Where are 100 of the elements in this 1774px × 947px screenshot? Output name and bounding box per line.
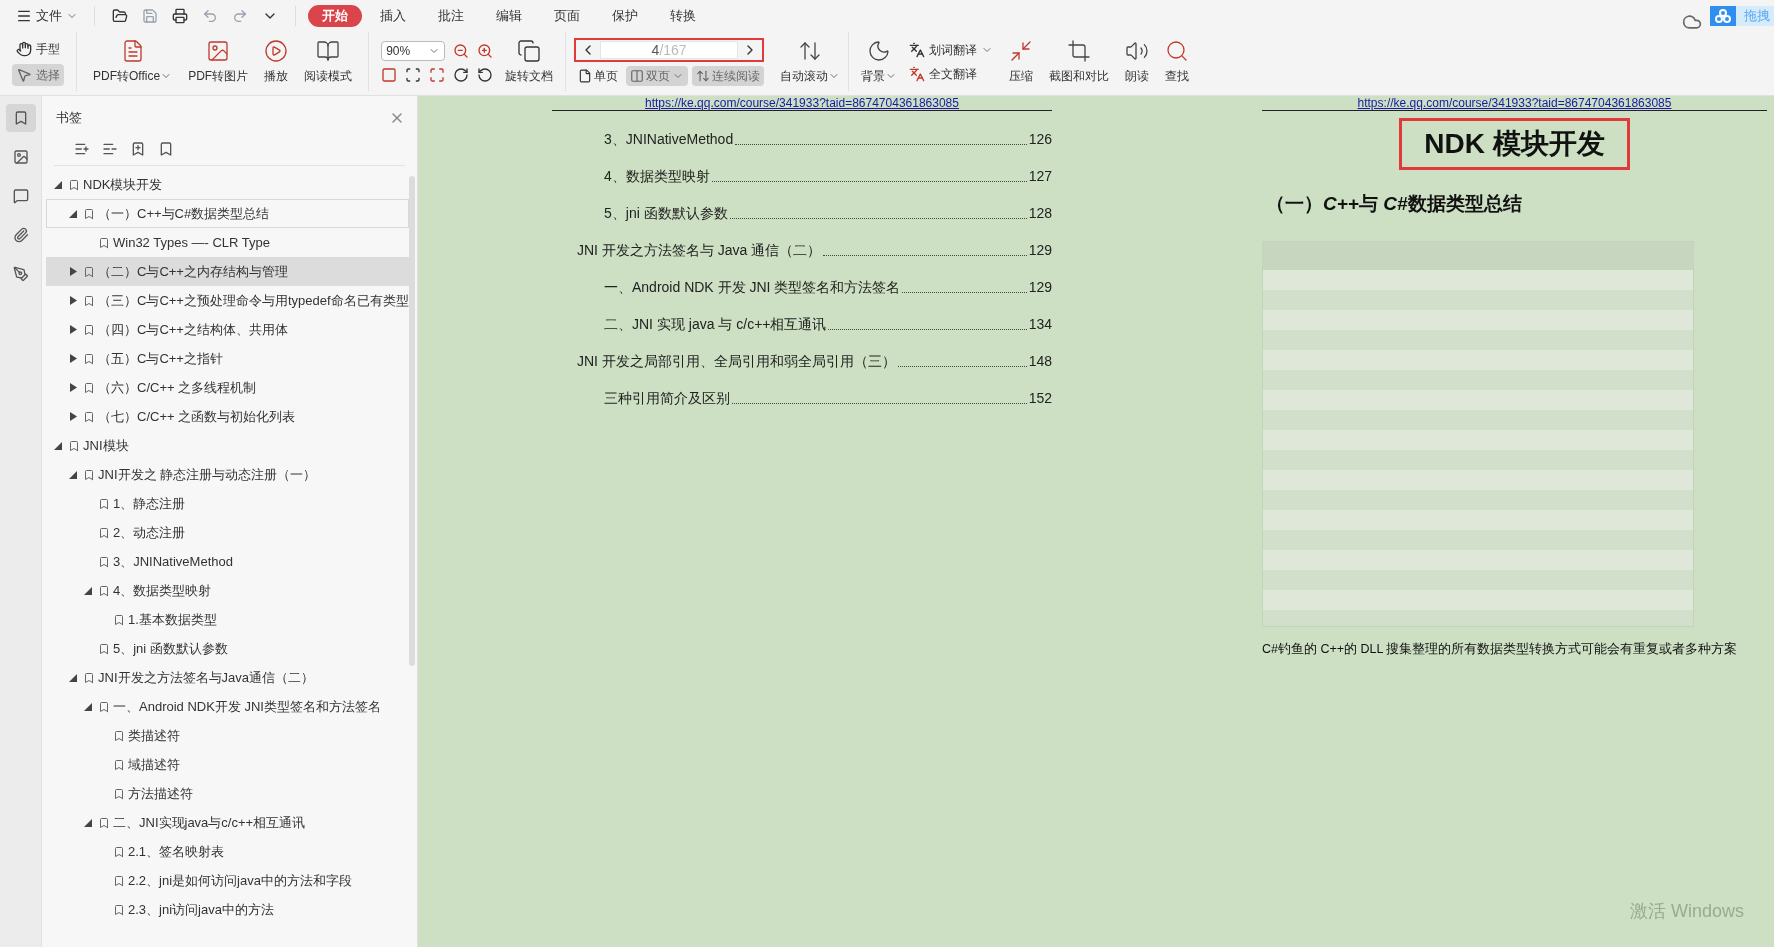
bookmark-item[interactable]: NDK模块开发 bbox=[46, 170, 409, 199]
bookmark-icon bbox=[113, 845, 125, 858]
bookmark-icon bbox=[68, 439, 80, 452]
translate-button[interactable]: 划词翻译 bbox=[909, 40, 994, 59]
collapse-triangle-icon[interactable] bbox=[84, 818, 92, 827]
menu-tab[interactable]: 插入 bbox=[366, 5, 420, 27]
bookmark-item[interactable]: （六）C/C++ 之多线程机制 bbox=[46, 373, 409, 402]
toc-entry[interactable]: 3、JNINativeMethod bbox=[604, 129, 734, 150]
bookmark-item[interactable]: 5、jni 函数默认参数 bbox=[46, 634, 409, 663]
mode-button[interactable]: 选择 bbox=[12, 63, 64, 86]
bookmark-item[interactable]: 二、JNI实现java与c/c++相互通讯 bbox=[46, 808, 409, 837]
bookmark-item[interactable]: （三）C与C++之预处理命令与用typedef命名已有类型 bbox=[46, 286, 409, 315]
toolbar-button[interactable]: 自动滚动 bbox=[772, 32, 850, 91]
scrollbar-thumb[interactable] bbox=[409, 176, 415, 666]
view-mode-button[interactable]: 连续阅读 bbox=[692, 65, 765, 86]
file-menu[interactable]: 文件 bbox=[12, 6, 82, 26]
bookmark-item[interactable]: 2、动态注册 bbox=[46, 518, 409, 547]
toolbar-button[interactable]: 背景 bbox=[849, 32, 910, 91]
collapse-triangle-icon[interactable] bbox=[84, 702, 92, 711]
zoom-in-icon[interactable] bbox=[477, 42, 494, 59]
bookmark-icon bbox=[113, 758, 125, 771]
toolbar-button[interactable]: 压缩 bbox=[1009, 38, 1034, 85]
bookmark-item[interactable]: （七）C/C++ 之函数与初始化列表 bbox=[46, 402, 409, 431]
collapse-triangle-icon[interactable] bbox=[54, 180, 62, 189]
menu-tab[interactable]: 转换 bbox=[656, 5, 710, 27]
toc-entry[interactable]: JNI 开发之局部引用、全局引用和弱全局引用（三） bbox=[577, 351, 896, 372]
expand-triangle-icon[interactable] bbox=[69, 325, 77, 334]
bookmark-item[interactable]: 2.2、jni是如何访问java中的方法和字段 bbox=[46, 866, 409, 895]
toolbar-button[interactable]: 旋转文档 bbox=[505, 32, 567, 91]
translate-button[interactable]: 全文翻译 bbox=[909, 64, 994, 83]
expand-triangle-icon[interactable] bbox=[69, 383, 77, 392]
rotate-right-icon[interactable] bbox=[453, 66, 470, 83]
bookmark-item[interactable]: 方法描述符 bbox=[46, 779, 409, 808]
bookmark-item[interactable]: （一）C++与C#数据类型总结 bbox=[46, 199, 409, 228]
toolbar-button[interactable]: 朗读 bbox=[1125, 38, 1150, 85]
toc-entry[interactable]: 5、jni 函数默认参数 bbox=[604, 203, 728, 224]
toolbar-button[interactable]: 查找 bbox=[1165, 38, 1190, 85]
bookmark-item[interactable]: JNI开发之 静态注册与动态注册（一） bbox=[46, 460, 409, 489]
rotate-left-icon[interactable] bbox=[477, 66, 494, 83]
toc-entry[interactable]: JNI 开发之方法签名与 Java 通信（二） bbox=[577, 240, 822, 261]
menu-tab[interactable]: 编辑 bbox=[482, 5, 536, 27]
toolbar-button[interactable]: 播放 bbox=[264, 38, 289, 85]
expand-triangle-icon[interactable] bbox=[69, 354, 77, 363]
paperclip-icon bbox=[12, 227, 29, 243]
bookmark-item[interactable]: 1、静态注册 bbox=[46, 489, 409, 518]
expand-triangle-icon[interactable] bbox=[69, 412, 77, 421]
toolbar-button[interactable]: PDF转图片 bbox=[188, 38, 249, 85]
toolbar-button[interactable]: 截图和对比 bbox=[1049, 38, 1110, 85]
zoom-out-icon[interactable] bbox=[453, 42, 470, 59]
sidebar-tab[interactable] bbox=[5, 104, 36, 132]
bookmark-item[interactable]: 域描述符 bbox=[46, 750, 409, 779]
menu-tab[interactable]: 页面 bbox=[540, 5, 594, 27]
add-bookmark-icon[interactable] bbox=[130, 140, 146, 157]
toc-page-number: 127 bbox=[1028, 167, 1052, 186]
collapse-triangle-icon[interactable] bbox=[69, 209, 77, 218]
view-mode-button[interactable]: 双页 bbox=[626, 65, 689, 86]
page-navigator[interactable]: 4/167 bbox=[574, 37, 765, 62]
mode-button[interactable]: 手型 bbox=[12, 37, 64, 60]
bookmark-item[interactable]: 1.基本数据类型 bbox=[46, 605, 409, 634]
bookmark-item[interactable]: Win32 Types —- CLR Type bbox=[46, 228, 409, 257]
toc-entry[interactable]: 4、数据类型映射 bbox=[604, 166, 710, 187]
open-folder-icon[interactable] bbox=[112, 8, 128, 24]
fit-width-icon[interactable] bbox=[429, 66, 446, 83]
bookmark-item[interactable]: 3、JNINativeMethod bbox=[46, 547, 409, 576]
fit-page-icon[interactable] bbox=[405, 66, 422, 83]
view-mode-button[interactable]: 单页 bbox=[574, 65, 623, 86]
menu-tab[interactable]: 批注 bbox=[424, 5, 478, 27]
toc-entry[interactable]: 二、JNI 实现 java 与 c/c++相互通讯 bbox=[604, 314, 827, 335]
collapse-triangle-icon[interactable] bbox=[84, 586, 92, 595]
page-link[interactable]: https://ke.qq.com/course/341933?taid=8674704361863085 bbox=[552, 96, 1052, 110]
bookmark-item[interactable]: JNI开发之方法签名与Java通信（二） bbox=[46, 663, 409, 692]
zoom-field[interactable]: 90% bbox=[381, 40, 446, 61]
bookmark-item[interactable]: 2.1、签名映射表 bbox=[46, 837, 409, 866]
bookmark-item[interactable]: （五）C与C++之指针 bbox=[46, 344, 409, 373]
page-link[interactable]: https://ke.qq.com/course/341933?taid=8674704361863085 bbox=[1262, 96, 1767, 110]
bookmark-item[interactable]: 一、Android NDK开发 JNI类型签名和方法签名 bbox=[46, 692, 409, 721]
menu-tab[interactable]: 保护 bbox=[598, 5, 652, 27]
toolbar-button[interactable]: 阅读模式 bbox=[304, 38, 353, 85]
toolbar-button[interactable]: PDF转Office bbox=[93, 38, 173, 85]
bookmark-icon bbox=[83, 352, 95, 365]
bookmark-icon[interactable] bbox=[158, 140, 174, 157]
collapse-triangle-icon[interactable] bbox=[69, 470, 77, 479]
menu-tab[interactable]: 开始 bbox=[308, 5, 362, 27]
toc-entry[interactable]: 一、Android NDK 开发 JNI 类型签名和方法签名 bbox=[604, 277, 901, 298]
expand-triangle-icon[interactable] bbox=[69, 296, 77, 305]
bookmark-item[interactable]: 类描述符 bbox=[46, 721, 409, 750]
bookmark-item[interactable]: 4、数据类型映射 bbox=[46, 576, 409, 605]
moon-icon bbox=[867, 38, 892, 63]
expand-triangle-icon[interactable] bbox=[69, 267, 77, 276]
bookmark-item[interactable]: （四）C与C++之结构体、共用体 bbox=[46, 315, 409, 344]
print-icon[interactable] bbox=[172, 8, 188, 24]
collapse-triangle-icon[interactable] bbox=[54, 441, 62, 450]
menu-icon bbox=[16, 8, 32, 24]
cloud-icon[interactable] bbox=[1682, 12, 1702, 32]
toc-entry[interactable]: 三种引用简介及区别 bbox=[604, 388, 730, 409]
collapse-triangle-icon[interactable] bbox=[69, 673, 77, 682]
bookmark-item[interactable]: 2.3、jni访问java中的方法 bbox=[46, 895, 409, 924]
actual-size-icon[interactable] bbox=[381, 66, 398, 83]
bookmark-item[interactable]: JNI模块 bbox=[46, 431, 409, 460]
bookmark-item[interactable]: （二）C与C++之内存结构与管理 bbox=[46, 257, 409, 286]
